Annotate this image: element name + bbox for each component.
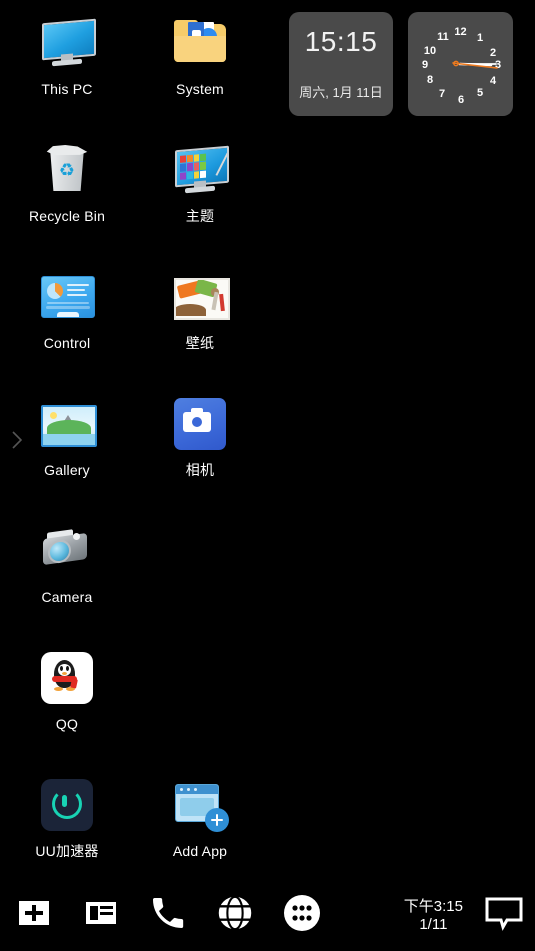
app-drawer-icon <box>280 891 324 940</box>
desktop-icon-this-pc[interactable]: This PC <box>12 14 122 97</box>
phone-button[interactable] <box>134 880 201 951</box>
add-app-icon <box>171 776 229 834</box>
desktop-icon-label: 主题 <box>185 208 215 224</box>
globe-icon <box>214 892 256 939</box>
add-widget-button[interactable] <box>0 880 67 951</box>
desktop-icon-grid: This PC System ♻ Recycle Bin 主题 Control … <box>0 0 267 880</box>
clock-number-6: 6 <box>458 94 464 106</box>
message-button[interactable] <box>473 880 535 951</box>
plus-square-icon <box>14 893 54 938</box>
camera-icon <box>38 522 96 580</box>
digital-clock-time: 15:15 <box>304 26 378 57</box>
clock-number-12: 12 <box>454 26 466 38</box>
desktop-icon-system[interactable]: System <box>145 14 255 97</box>
desktop-icon-label: Gallery <box>44 462 90 478</box>
clock-number-9: 9 <box>422 59 428 71</box>
notes-icon <box>81 893 121 938</box>
desktop-icon-label: Recycle Bin <box>28 208 106 224</box>
theme-monitor-icon <box>171 141 229 199</box>
notes-button[interactable] <box>67 880 134 951</box>
desktop-icon-label: System <box>176 81 224 97</box>
clock-number-8: 8 <box>427 74 433 86</box>
uu-booster-icon <box>38 776 96 834</box>
desktop-icon-add-app[interactable]: Add App <box>145 776 255 859</box>
digital-clock-date: 周六, 1月 11日 <box>299 85 383 100</box>
folder-icon <box>171 14 229 72</box>
app-drawer-button[interactable] <box>268 880 335 951</box>
desktop-icon-label: Camera <box>41 589 93 605</box>
desktop-icon-gallery[interactable]: Gallery <box>12 395 122 478</box>
analog-clock-widget[interactable]: 12 1 2 3 4 5 6 7 8 9 10 11 <box>408 12 513 116</box>
desktop-icon-qq[interactable]: QQ <box>12 649 122 732</box>
clock-number-2: 2 <box>490 47 496 59</box>
desktop-icon-label: Add App <box>172 843 228 859</box>
desktop-icon-control[interactable]: Control <box>12 268 122 351</box>
desktop-icon-label: 壁纸 <box>185 335 215 351</box>
dock-clock-time: 下午3:15 <box>403 897 463 915</box>
desktop-icon-label: Control <box>43 335 91 351</box>
desktop-icon-recycle-bin[interactable]: ♻ Recycle Bin <box>12 141 122 224</box>
message-bubble-icon <box>484 896 524 935</box>
phone-icon <box>148 893 188 938</box>
desktop-icon-wallpaper[interactable]: 壁纸 <box>145 268 255 351</box>
browser-button[interactable] <box>201 880 268 951</box>
monitor-icon <box>38 14 96 72</box>
chevron-right-icon[interactable] <box>9 429 25 451</box>
dock-clock-date: 1/11 <box>419 915 448 933</box>
dock-clock[interactable]: 下午3:15 1/11 <box>404 898 463 934</box>
clock-number-10: 10 <box>424 45 436 57</box>
desktop-icon-label: This PC <box>41 81 93 97</box>
clock-number-11: 11 <box>437 31 449 43</box>
desktop-icon-camera[interactable]: Camera <box>12 522 122 605</box>
dock-bar: 下午3:15 1/11 <box>0 880 535 951</box>
desktop-icon-label: UU加速器 <box>35 843 99 859</box>
clock-number-3: 3 <box>495 59 501 71</box>
desktop-icon-camera-app[interactable]: 相机 <box>145 395 255 478</box>
desktop-icon-theme[interactable]: 主题 <box>145 141 255 224</box>
clock-number-7: 7 <box>439 88 445 100</box>
clock-number-5: 5 <box>477 87 483 99</box>
qq-icon <box>38 649 96 707</box>
desktop-icon-label: QQ <box>55 716 79 732</box>
desktop-icon-uu-booster[interactable]: UU加速器 <box>12 776 122 859</box>
camera-app-icon <box>171 395 229 453</box>
digital-clock-widget[interactable]: 15:15 周六, 1月 11日 <box>289 12 393 116</box>
gallery-icon <box>38 395 97 453</box>
wallpaper-icon <box>171 268 230 326</box>
analog-clock-face: 12 1 2 3 4 5 6 7 8 9 10 11 <box>422 26 501 106</box>
home-screen: This PC System ♻ Recycle Bin 主题 Control … <box>0 0 535 951</box>
recycle-bin-icon: ♻ <box>38 141 96 199</box>
control-panel-icon <box>38 268 96 326</box>
desktop-icon-label: 相机 <box>185 462 215 478</box>
clock-number-4: 4 <box>490 75 497 87</box>
clock-number-1: 1 <box>477 32 483 44</box>
